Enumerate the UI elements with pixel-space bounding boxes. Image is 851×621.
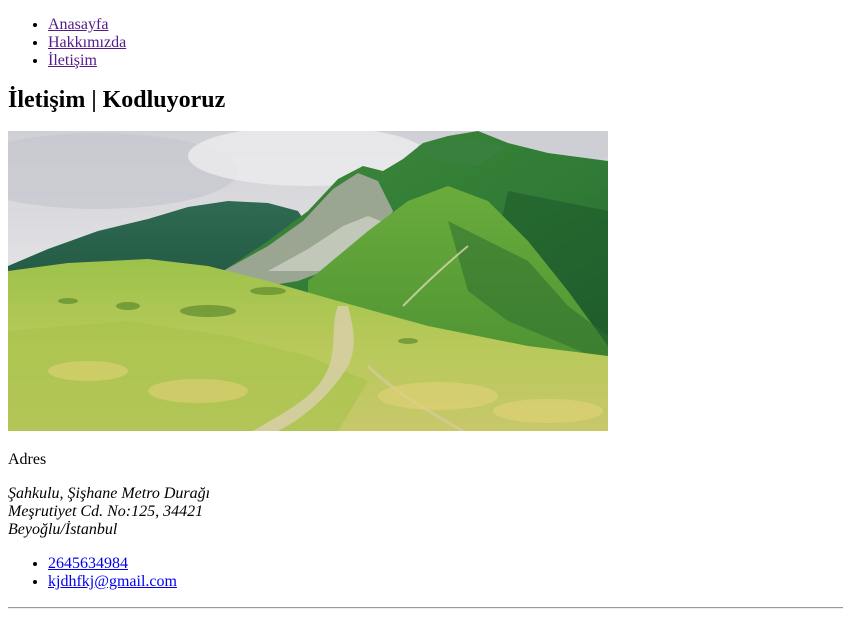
address-line: Beyoğlu/İstanbul: [8, 521, 118, 538]
nav-link-home[interactable]: Anasayfa: [48, 16, 108, 33]
phone-link[interactable]: 2645634984: [48, 555, 128, 572]
footer-divider: [8, 607, 843, 609]
address-line: Şahkulu, Şişhane Metro Durağı: [8, 485, 211, 502]
page-container: Anasayfa Hakkımızda İletişim İletişim | …: [0, 0, 851, 609]
address-block: Şahkulu, Şişhane Metro Durağı Meşrutiyet…: [8, 485, 843, 539]
page-title: İletişim | Kodluyoruz: [8, 87, 226, 113]
email-link[interactable]: kjdhfkj@gmail.com: [48, 573, 177, 590]
nav-item-home: Anasayfa: [48, 16, 843, 34]
contact-item-email: kjdhfkj@gmail.com: [48, 573, 843, 591]
nav-link-contact[interactable]: İletişim: [48, 52, 97, 69]
nav-item-contact: İletişim: [48, 52, 843, 70]
main-nav: Anasayfa Hakkımızda İletişim: [8, 0, 843, 70]
hero-image: [8, 131, 608, 431]
contact-item-phone: 2645634984: [48, 555, 843, 573]
address-label: Adres: [8, 451, 47, 468]
address-line: Meşrutiyet Cd. No:125, 34421: [8, 503, 204, 520]
nav-link-about[interactable]: Hakkımızda: [48, 34, 126, 51]
contact-list: 2645634984 kjdhfkj@gmail.com: [8, 555, 843, 591]
nav-item-about: Hakkımızda: [48, 34, 843, 52]
